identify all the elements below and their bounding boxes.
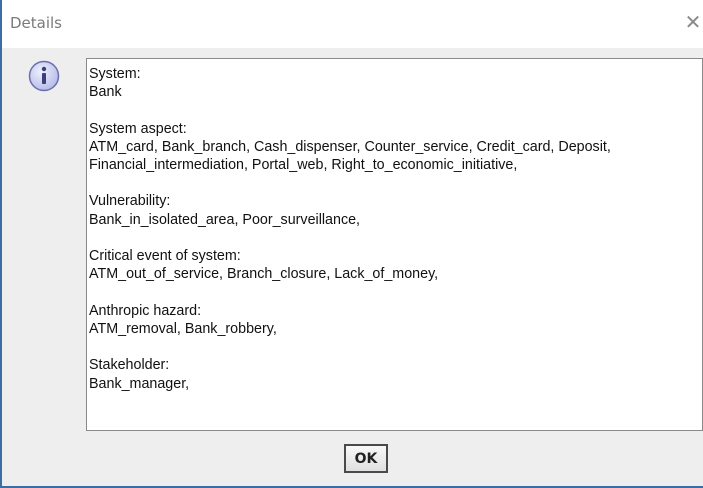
info-icon bbox=[28, 60, 60, 92]
stakeholder-label: Stakeholder: bbox=[89, 357, 170, 374]
system-aspect-value-line1: ATM_card, Bank_branch, Cash_dispenser, C… bbox=[89, 138, 611, 155]
critical-event-value: ATM_out_of_service, Branch_closure, Lack… bbox=[89, 266, 439, 283]
system-aspect-value-line2: Financial_intermediation, Portal_web, Ri… bbox=[89, 157, 518, 174]
anthropic-hazard-label: Anthropic hazard: bbox=[89, 302, 202, 319]
dialog-title: Details bbox=[10, 14, 63, 32]
vulnerability-label: Vulnerability: bbox=[89, 193, 171, 210]
critical-event-label: Critical event of system: bbox=[89, 248, 241, 265]
system-label: System: bbox=[89, 66, 141, 82]
details-text-area[interactable]: System: Bank System aspect: ATM_card, Ba… bbox=[86, 58, 703, 431]
close-icon[interactable]: ✕ bbox=[683, 10, 703, 34]
system-value: Bank bbox=[89, 84, 122, 101]
vulnerability-value: Bank_in_isolated_area, Poor_surveillance… bbox=[89, 211, 361, 228]
title-bar[interactable]: Details ✕ bbox=[2, 0, 703, 48]
details-dialog: Details ✕ System: Bank System aspect: AT… bbox=[0, 0, 703, 488]
system-aspect-label: System aspect: bbox=[89, 120, 187, 137]
ok-button[interactable]: OK bbox=[344, 444, 388, 473]
stakeholder-value: Bank_manager, bbox=[89, 375, 190, 392]
anthropic-hazard-value: ATM_removal, Bank_robbery, bbox=[89, 320, 277, 337]
